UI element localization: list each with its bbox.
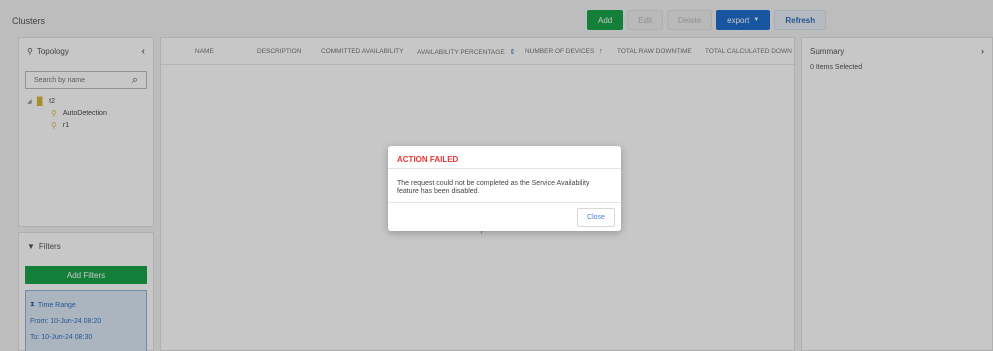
dialog-divider <box>388 168 621 169</box>
close-button[interactable]: Close <box>577 208 615 227</box>
dialog-divider <box>388 202 621 203</box>
dialog-title: ACTION FAILED <box>397 155 459 164</box>
dialog-message: The request could not be completed as th… <box>397 180 590 195</box>
app-root: Clusters Add Edit Delete export ▼ Refres… <box>0 0 993 351</box>
action-failed-dialog: ACTION FAILED The request could not be c… <box>388 146 621 231</box>
